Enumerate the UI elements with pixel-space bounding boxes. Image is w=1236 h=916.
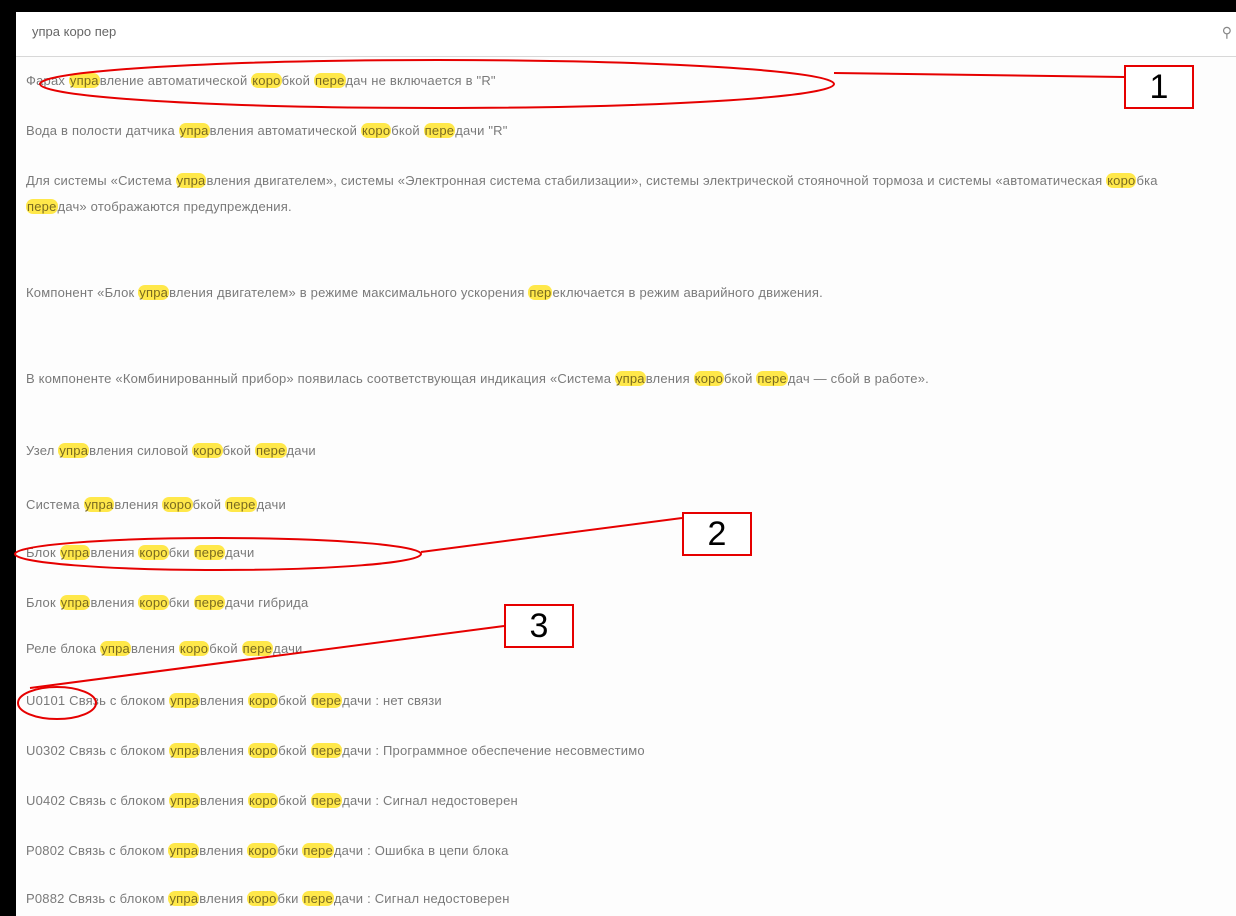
annotation-leader-3 — [29, 625, 505, 689]
annotation-ellipse-2 — [14, 537, 422, 571]
callout-2: 2 — [682, 512, 752, 556]
annotation-ellipse-3 — [17, 686, 97, 720]
callout-3: 3 — [504, 604, 574, 648]
annotation-layer — [14, 59, 1125, 720]
annotation-ellipse-1 — [39, 59, 835, 109]
annotation-leader-1 — [833, 72, 1125, 78]
callout-1: 1 — [1124, 65, 1194, 109]
annotation-leader-2 — [420, 517, 683, 553]
